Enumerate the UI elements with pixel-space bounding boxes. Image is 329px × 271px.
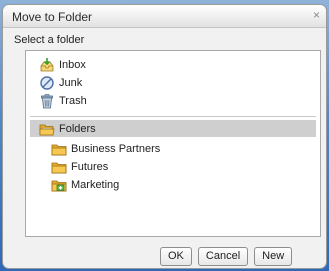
select-folder-label: Select a folder	[14, 34, 85, 46]
inbox-icon	[39, 57, 55, 73]
folder-label: Marketing	[71, 178, 120, 191]
folder-item-business-partners[interactable]: Business Partners	[51, 140, 160, 157]
folder-label: Futures	[71, 160, 109, 173]
cancel-button[interactable]: Cancel	[197, 247, 249, 266]
folder-item-trash[interactable]: Trash	[39, 92, 87, 109]
folder-item-marketing[interactable]: Marketing	[51, 176, 119, 193]
folder-item-junk[interactable]: Junk	[39, 74, 82, 91]
junk-icon	[39, 75, 55, 91]
new-folder-button[interactable]: New	[254, 247, 293, 266]
ok-button[interactable]: OK	[160, 247, 192, 266]
dialog-buttons: OK Cancel New	[160, 247, 293, 266]
folder-shared-icon	[51, 177, 67, 193]
folder-icon	[51, 159, 67, 175]
folder-label: Business Partners	[71, 142, 161, 155]
folder-label: Trash	[59, 94, 87, 107]
folder-label: Junk	[59, 76, 83, 89]
trash-icon	[39, 93, 55, 109]
folder-item-futures[interactable]: Futures	[51, 158, 108, 175]
folder-label: Folders	[59, 122, 96, 135]
folder-icon	[51, 141, 67, 157]
folder-label: Inbox	[59, 58, 86, 71]
folder-tree: Inbox Junk Trash Folders Business Partne…	[25, 50, 321, 237]
folders-root-row: Folders	[39, 120, 96, 137]
folder-item-inbox[interactable]: Inbox	[39, 56, 86, 73]
folder-open-icon	[39, 121, 55, 137]
tree-separator	[30, 116, 316, 117]
close-icon[interactable]: ×	[313, 8, 320, 22]
dialog-title: Move to Folder	[12, 10, 93, 24]
folder-item-folders[interactable]: Folders	[30, 120, 316, 137]
dialog-titlebar[interactable]: Move to Folder ×	[3, 5, 326, 28]
move-to-folder-dialog: Move to Folder × Select a folder Inbox J…	[2, 4, 327, 269]
